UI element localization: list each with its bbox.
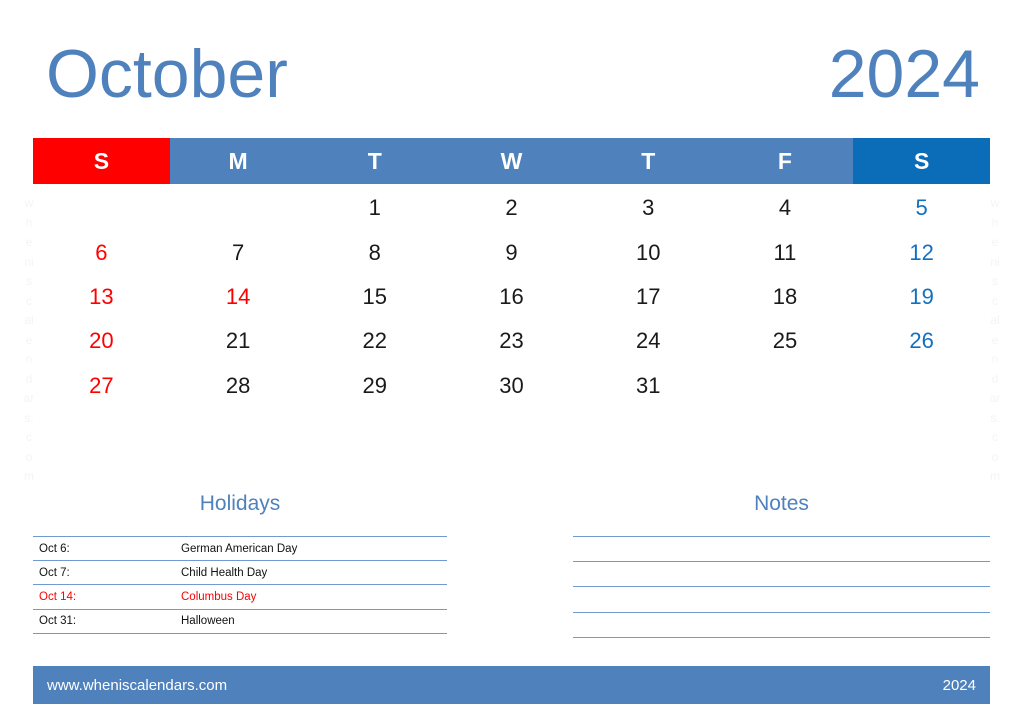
calendar-day-cell[interactable]: 17 <box>580 275 717 319</box>
holiday-date: Oct 31: <box>33 608 175 634</box>
calendar-day-cell[interactable]: 18 <box>717 275 854 319</box>
calendar-day-cell[interactable]: 1 <box>306 186 443 230</box>
calendar-day-cell[interactable]: 7 <box>170 230 307 274</box>
calendar-day-cell[interactable]: 30 <box>443 364 580 408</box>
holiday-name: Halloween <box>175 608 447 634</box>
calendar-day-cell[interactable]: 24 <box>580 319 717 363</box>
notes-line[interactable] <box>573 561 990 586</box>
weekday-header-2: T <box>306 138 444 184</box>
holiday-row: Oct 14: Columbus Day <box>33 584 447 610</box>
calendar-weeks: 1 2 3 4 5 6 7 8 9 10 11 12 13 14 15 16 17 18 19 20 21 22 23 24 2… <box>33 184 990 408</box>
calendar-day-cell[interactable]: 2 <box>443 186 580 230</box>
calendar-day-cell[interactable]: 15 <box>306 275 443 319</box>
page-title-year: 2024 <box>828 36 980 112</box>
weekday-header-4: T <box>579 138 717 184</box>
calendar-day-cell[interactable]: 20 <box>33 319 170 363</box>
calendar-empty-cell <box>717 364 854 408</box>
holiday-row: Oct 7: Child Health Day <box>33 560 447 585</box>
calendar-empty-cell <box>33 186 170 230</box>
calendar-day-cell[interactable]: 19 <box>853 275 990 319</box>
weekday-header-0: S <box>33 138 170 184</box>
calendar-day-cell[interactable]: 10 <box>580 230 717 274</box>
calendar-day-cell[interactable]: 9 <box>443 230 580 274</box>
footer-year: 2024 <box>942 676 976 694</box>
footer-website-link[interactable]: www.wheniscalendars.com <box>47 677 227 694</box>
calendar-empty-cell <box>170 186 307 230</box>
watermark-char: m <box>24 469 34 483</box>
calendar-week-row: 27 28 29 30 31 <box>33 364 990 408</box>
calendar-day-cell[interactable]: 29 <box>306 364 443 408</box>
calendar-day-cell[interactable]: 6 <box>33 230 170 274</box>
calendar-day-cell[interactable]: 21 <box>170 319 307 363</box>
calendar-week-row: 6 7 8 9 10 11 12 <box>33 230 990 274</box>
calendar-day-cell[interactable]: 13 <box>33 275 170 319</box>
watermark-char: s. <box>24 410 34 425</box>
calendar-week-row: 13 14 15 16 17 18 19 <box>33 275 990 319</box>
holiday-name: German American Day <box>175 535 447 561</box>
watermark-char: c <box>26 430 32 444</box>
weekday-header-1: M <box>169 138 307 184</box>
calendar-day-cell[interactable]: 23 <box>443 319 580 363</box>
calendar-day-cell[interactable]: 26 <box>853 319 990 363</box>
notes-heading: Notes <box>754 492 809 515</box>
holidays-table: Oct 6: German American Day Oct 7: Child Hea… <box>33 535 447 634</box>
calendar-day-cell[interactable]: 28 <box>170 364 307 408</box>
notes-line[interactable] <box>573 536 990 561</box>
watermark-char: s. <box>990 410 1000 425</box>
calendar-day-cell[interactable]: 22 <box>306 319 443 363</box>
calendar-title-row: October 2024 <box>0 28 1024 120</box>
calendar-day-cell[interactable]: 25 <box>717 319 854 363</box>
page-title-month: October <box>46 36 288 112</box>
watermark-char: m <box>990 469 1000 483</box>
calendar-day-cell[interactable]: 16 <box>443 275 580 319</box>
calendar-day-cell[interactable]: 11 <box>717 230 854 274</box>
weekday-header-6: S <box>853 138 991 184</box>
holiday-name: Child Health Day <box>175 560 447 585</box>
notes-lines[interactable] <box>573 536 990 638</box>
calendar-grid: SMTWTFS 1 2 3 4 5 6 7 8 9 10 11 12 13 14 15 16 17 18 19 20 2… <box>33 138 991 408</box>
weekday-header-5: F <box>716 138 854 184</box>
notes-line[interactable] <box>573 611 990 637</box>
weekday-header-3: W <box>443 138 580 184</box>
notes-line[interactable] <box>573 586 990 611</box>
holiday-date: Oct 7: <box>33 560 175 585</box>
holidays-heading: Holidays <box>199 492 281 515</box>
holiday-name: Columbus Day <box>175 584 447 610</box>
notes-line[interactable] <box>573 636 990 638</box>
calendar-day-cell[interactable]: 5 <box>853 186 990 230</box>
footer-bar: www.wheniscalendars.com 2024 <box>33 666 990 704</box>
watermark-char: o <box>991 449 999 464</box>
watermark-char: c <box>992 430 998 444</box>
calendar-day-cell[interactable]: 8 <box>306 230 443 274</box>
calendar-week-row: 20 21 22 23 24 25 26 <box>33 319 990 363</box>
calendar-day-cell[interactable]: 3 <box>580 186 717 230</box>
calendar-day-cell[interactable]: 4 <box>717 186 854 230</box>
calendar-weekday-header-row: SMTWTFS <box>33 138 991 184</box>
calendar-week-row: 12345 <box>33 186 990 230</box>
holiday-date: Oct 6: <box>33 535 175 561</box>
calendar-day-cell[interactable]: 12 <box>853 230 990 274</box>
holiday-date: Oct 14: <box>33 584 175 610</box>
calendar-day-cell[interactable]: 31 <box>580 364 717 408</box>
calendar-day-cell[interactable]: 14 <box>170 275 307 319</box>
calendar-empty-cell <box>853 364 990 408</box>
watermark-char: o <box>25 449 33 464</box>
calendar-day-cell[interactable]: 27 <box>33 364 170 408</box>
holiday-row: Oct 31: Halloween <box>33 608 447 634</box>
holiday-row: Oct 6: German American Day <box>33 535 447 561</box>
